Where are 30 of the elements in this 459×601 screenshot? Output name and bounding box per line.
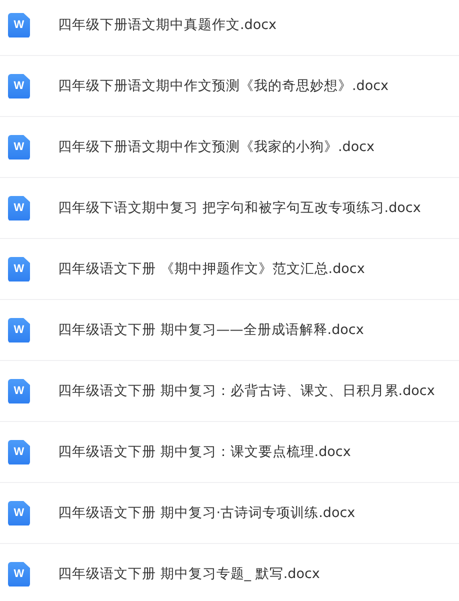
file-row[interactable]: W 四年级下册语文期中作文预测《我家的小狗》.docx bbox=[0, 117, 459, 178]
file-row[interactable]: W 四年级下册语文期中作文预测《我的奇思妙想》.docx bbox=[0, 56, 459, 117]
file-row[interactable]: W 四年级语文下册 期中复习专题_ 默写.docx bbox=[0, 544, 459, 601]
file-name: 四年级下语文期中复习 把字句和被字句互改专项练习.docx bbox=[58, 199, 421, 217]
file-row[interactable]: W 四年级下语文期中复习 把字句和被字句互改专项练习.docx bbox=[0, 178, 459, 239]
file-row[interactable]: W 四年级下册语文期中真题作文.docx bbox=[0, 0, 459, 56]
file-row[interactable]: W 四年级语文下册 期中复习：必背古诗、课文、日积月累.docx bbox=[0, 361, 459, 422]
file-row[interactable]: W 四年级语文下册 期中复习——全册成语解释.docx bbox=[0, 300, 459, 361]
file-name: 四年级语文下册 期中复习专题_ 默写.docx bbox=[58, 565, 320, 583]
file-name: 四年级语文下册 期中复习——全册成语解释.docx bbox=[58, 321, 364, 339]
word-document-icon: W bbox=[8, 318, 30, 342]
word-document-icon: W bbox=[8, 562, 30, 586]
file-row[interactable]: W 四年级语文下册 期中复习·古诗词专项训练.docx bbox=[0, 483, 459, 544]
word-document-icon: W bbox=[8, 440, 30, 464]
file-name: 四年级下册语文期中作文预测《我家的小狗》.docx bbox=[58, 138, 375, 156]
file-name: 四年级下册语文期中作文预测《我的奇思妙想》.docx bbox=[58, 77, 389, 95]
word-document-icon: W bbox=[8, 134, 30, 160]
file-name: 四年级语文下册 期中复习：课文要点梳理.docx bbox=[58, 443, 351, 461]
file-name: 四年级语文下册 期中复习：必背古诗、课文、日积月累.docx bbox=[58, 382, 435, 400]
file-row[interactable]: W 四年级语文下册 《期中押题作文》范文汇总.docx bbox=[0, 239, 459, 300]
word-document-icon: W bbox=[8, 256, 30, 282]
word-document-icon: W bbox=[8, 500, 30, 526]
word-document-icon: W bbox=[8, 12, 30, 38]
file-name: 四年级语文下册 期中复习·古诗词专项训练.docx bbox=[58, 504, 356, 522]
file-name: 四年级语文下册 《期中押题作文》范文汇总.docx bbox=[58, 260, 365, 278]
file-name: 四年级下册语文期中真题作文.docx bbox=[58, 16, 277, 34]
word-document-icon: W bbox=[8, 378, 30, 404]
word-document-icon: W bbox=[8, 196, 30, 220]
word-document-icon: W bbox=[8, 74, 30, 98]
file-row[interactable]: W 四年级语文下册 期中复习：课文要点梳理.docx bbox=[0, 422, 459, 483]
